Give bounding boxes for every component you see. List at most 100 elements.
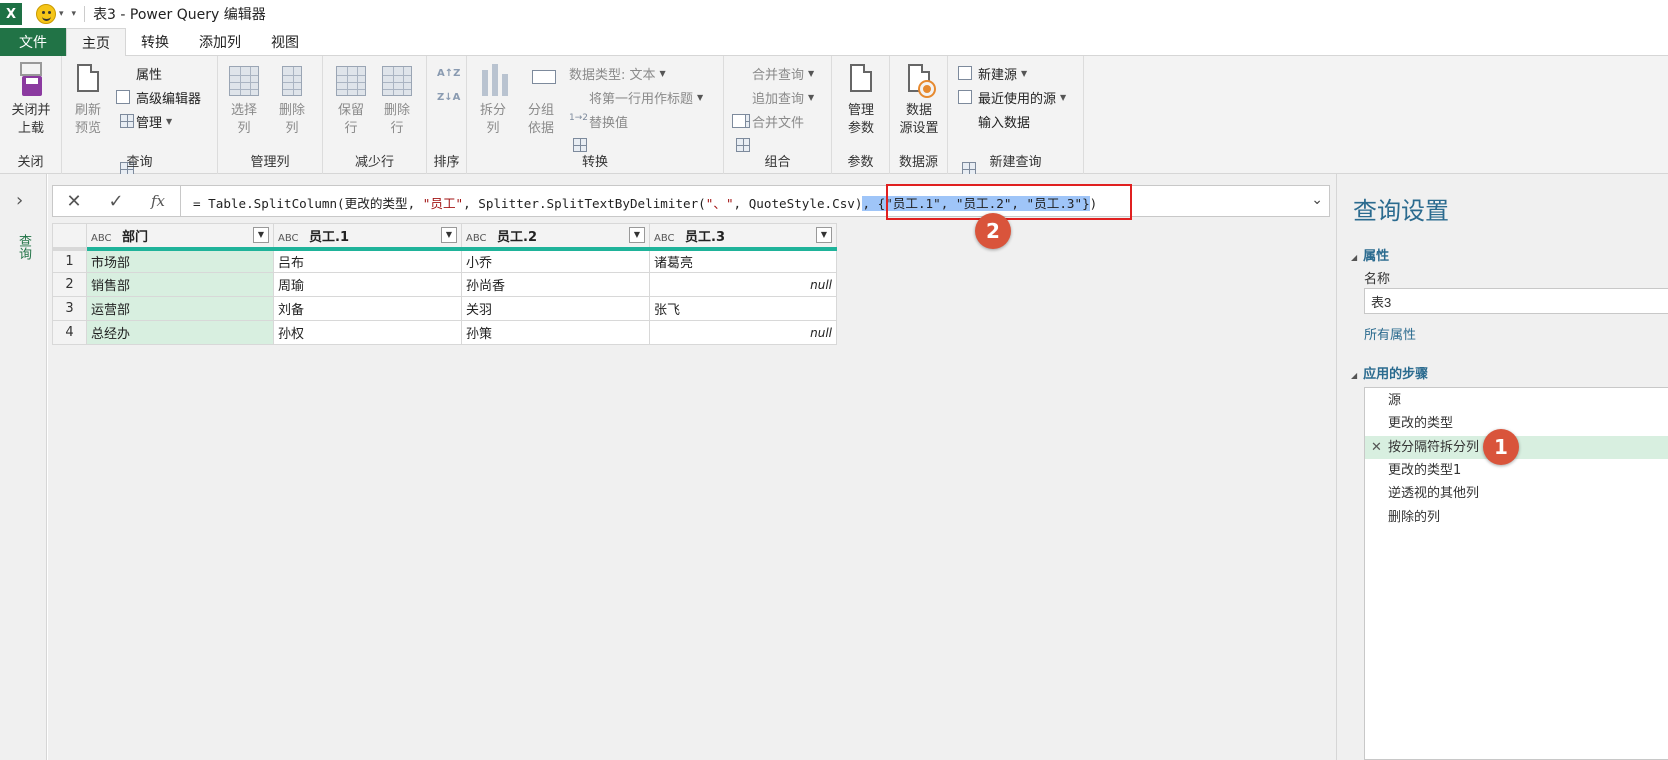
- group-label-new-query: 新建查询: [989, 155, 1042, 170]
- properties-label: 属性: [136, 67, 163, 83]
- queries-pane-label[interactable]: 查询: [14, 234, 33, 260]
- properties-section-header[interactable]: 属性: [1351, 245, 1389, 264]
- replace-values-button[interactable]: 1→2 替换值: [569, 110, 628, 132]
- filter-dropdown-icon[interactable]: ▼: [629, 227, 645, 243]
- use-first-row-as-headers-button[interactable]: 将第一行用作标题 ▼: [569, 86, 703, 152]
- customize-qat-icon[interactable]: ▾: [72, 9, 77, 19]
- column-header-employee-3[interactable]: ABC 员工.3 ▼: [649, 223, 837, 251]
- row-number[interactable]: 3: [52, 296, 87, 321]
- manage-query-button[interactable]: 管理 ▼: [116, 110, 173, 176]
- delete-step-icon[interactable]: ✕: [1371, 436, 1382, 459]
- tab-add-column[interactable]: 添加列: [184, 28, 256, 56]
- split-column-button[interactable]: 拆分 列: [471, 62, 515, 138]
- table-cell[interactable]: 吕布: [273, 248, 462, 273]
- highlight-box: [886, 184, 1132, 220]
- table-cell[interactable]: 张飞: [649, 296, 837, 321]
- table-cell[interactable]: 小乔: [461, 248, 650, 273]
- text-type-icon[interactable]: ABC: [466, 233, 487, 244]
- remove-rows-icon: [380, 62, 414, 100]
- filter-dropdown-icon[interactable]: ▼: [441, 227, 457, 243]
- split-column-label: 拆分 列: [479, 103, 506, 136]
- replace-values-icon: 1→2: [569, 113, 588, 123]
- remove-columns-button[interactable]: 删除 列: [270, 62, 314, 138]
- datasource-settings-button[interactable]: 数据 源设置: [892, 62, 946, 138]
- text-type-icon[interactable]: ABC: [278, 233, 299, 244]
- data-type-dropdown[interactable]: 数据类型: 文本 ▼: [569, 62, 666, 84]
- column-header-dept[interactable]: ABC 部门 ▼: [86, 223, 274, 251]
- data-preview-area: ✕ ✓ fx = Table.SplitColumn(更改的类型, "员工", …: [48, 174, 1336, 760]
- append-queries-icon: [732, 89, 750, 152]
- refresh-preview-button[interactable]: 刷新 预览: [64, 62, 112, 138]
- step-item[interactable]: 逆透视的其他列: [1365, 482, 1668, 505]
- table-cell[interactable]: 市场部: [86, 248, 274, 273]
- enter-data-icon: [958, 113, 976, 176]
- sort-descending-button[interactable]: Z↓A: [437, 86, 460, 108]
- advanced-editor-button[interactable]: 高级编辑器: [116, 86, 201, 108]
- table-cell[interactable]: 运营部: [86, 296, 274, 321]
- filter-dropdown-icon[interactable]: ▼: [816, 227, 832, 243]
- table-cell-null[interactable]: null: [649, 272, 837, 297]
- expand-formula-icon[interactable]: ⌄: [1311, 192, 1323, 208]
- first-row-header-icon: [569, 89, 587, 152]
- combine-files-button[interactable]: 合并文件: [732, 110, 804, 132]
- smiley-dropdown-icon[interactable]: ▾: [59, 9, 64, 19]
- table-cell[interactable]: 关羽: [461, 296, 650, 321]
- commit-formula-button[interactable]: ✓: [95, 191, 137, 212]
- enter-data-button[interactable]: 输入数据: [958, 110, 1030, 176]
- formula-text-3: , QuoteStyle.Csv): [733, 196, 863, 211]
- step-item[interactable]: 删除的列: [1365, 506, 1668, 529]
- column-header-label: 员工.1: [309, 229, 350, 245]
- close-and-load-button[interactable]: 关闭并 上载: [4, 62, 58, 138]
- fx-icon[interactable]: fx: [137, 192, 179, 210]
- tab-home[interactable]: 主页: [66, 28, 126, 57]
- annotation-badge-2: 2: [975, 213, 1011, 249]
- title-bar: X ▾ ▾ 表3 - Power Query 编辑器: [0, 0, 1668, 28]
- cancel-formula-button[interactable]: ✕: [53, 191, 95, 212]
- merge-queries-button[interactable]: 合并查询 ▼: [732, 62, 814, 128]
- tab-file[interactable]: 文件: [0, 28, 66, 56]
- properties-button[interactable]: 属性: [116, 62, 163, 128]
- table-cell[interactable]: 诸葛亮: [649, 248, 837, 273]
- step-item[interactable]: 源: [1365, 389, 1668, 412]
- column-header-employee-2[interactable]: ABC 员工.2 ▼: [461, 223, 650, 251]
- applied-steps-header[interactable]: 应用的步骤: [1351, 363, 1428, 382]
- smiley-icon[interactable]: [36, 4, 56, 24]
- tab-view[interactable]: 视图: [256, 28, 314, 56]
- step-item[interactable]: 更改的类型1: [1365, 459, 1668, 482]
- query-name-input[interactable]: [1364, 288, 1668, 314]
- column-header-employee-1[interactable]: ABC 员工.1 ▼: [273, 223, 462, 251]
- chevron-down-icon: ▼: [166, 116, 173, 126]
- table-cell[interactable]: 刘备: [273, 296, 462, 321]
- data-type-label: 数据类型: 文本: [569, 67, 656, 83]
- tab-transform[interactable]: 转换: [126, 28, 184, 56]
- sort-ascending-button[interactable]: A↑Z: [437, 62, 460, 84]
- table-cell[interactable]: 孙权: [273, 320, 462, 345]
- new-source-button[interactable]: 新建源 ▼: [958, 62, 1027, 84]
- all-properties-link[interactable]: 所有属性: [1364, 324, 1416, 343]
- remove-rows-button[interactable]: 删除 行: [375, 62, 419, 138]
- keep-rows-button[interactable]: 保留 行: [329, 62, 373, 138]
- row-number[interactable]: 1: [52, 248, 87, 273]
- table-cell-null[interactable]: null: [649, 320, 837, 345]
- column-header-label: 员工.2: [497, 229, 538, 245]
- table-cell[interactable]: 孙尚香: [461, 272, 650, 297]
- ribbon-tabs: 文件 主页 转换 添加列 视图: [0, 28, 1668, 57]
- table-cell[interactable]: 销售部: [86, 272, 274, 297]
- filter-dropdown-icon[interactable]: ▼: [253, 227, 269, 243]
- group-by-button[interactable]: 分组 依据: [519, 62, 563, 138]
- datasource-settings-label: 数据 源设置: [899, 103, 939, 136]
- table-menu-icon[interactable]: [52, 223, 87, 251]
- expand-queries-icon[interactable]: ›: [16, 190, 23, 211]
- text-type-icon[interactable]: ABC: [654, 233, 675, 244]
- table-cell[interactable]: 孙策: [461, 320, 650, 345]
- step-item[interactable]: 更改的类型: [1365, 412, 1668, 435]
- manage-parameters-button[interactable]: 管理 参数: [836, 62, 886, 138]
- row-number[interactable]: 4: [52, 320, 87, 345]
- choose-columns-button[interactable]: 选择 列: [222, 62, 266, 138]
- recent-sources-button[interactable]: 最近使用的源 ▼: [958, 86, 1066, 108]
- row-number[interactable]: 2: [52, 272, 87, 297]
- text-type-icon[interactable]: ABC: [91, 233, 112, 244]
- table-cell[interactable]: 周瑜: [273, 272, 462, 297]
- table-cell[interactable]: 总经办: [86, 320, 274, 345]
- append-queries-button[interactable]: 追加查询 ▼: [732, 86, 814, 152]
